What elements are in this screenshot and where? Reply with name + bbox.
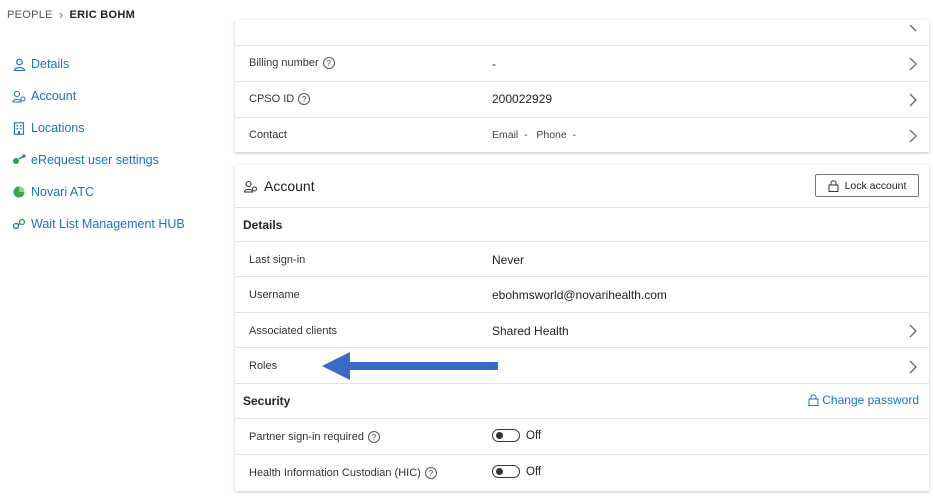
billing-number-label: Billing number? [249, 57, 335, 69]
account-header: Account Lock account [235, 165, 929, 208]
chevron-right-icon[interactable] [907, 57, 919, 71]
hic-row: Health Information Custodian (HIC)? Off [235, 455, 929, 491]
help-icon[interactable]: ? [322, 57, 335, 69]
partner-sign-in-row: Partner sign-in required? Off [235, 419, 929, 455]
toggle-state-label: Off [526, 429, 542, 442]
novari-atc-icon [12, 185, 26, 199]
chevron-right-icon[interactable] [907, 360, 919, 374]
billing-number-value: - [492, 57, 496, 71]
details-card: Billing number? - CPSO ID? 200022929 Con… [235, 20, 929, 152]
cpso-id-value: 200022929 [492, 92, 553, 106]
partner-sign-in-toggle-group: Off [492, 429, 541, 442]
lock-account-button[interactable]: Lock account [815, 174, 919, 197]
account-icon [243, 180, 257, 193]
sidebar-item-novari-atc[interactable]: Novari ATC [12, 176, 185, 208]
help-icon[interactable]: ? [424, 467, 437, 479]
partner-sign-in-label: Partner sign-in required? [249, 431, 380, 443]
sidebar-item-wait-list-hub[interactable]: Wait List Management HUB [12, 208, 185, 240]
hic-toggle[interactable] [492, 465, 520, 478]
sidebar-item-label: Details [31, 57, 70, 71]
contact-row[interactable]: Contact Email - Phone - [235, 118, 929, 152]
sidebar-item-details[interactable]: Details [12, 48, 185, 80]
chevron-right-icon: › [58, 7, 64, 22]
hic-toggle-group: Off [492, 465, 541, 478]
sidebar-item-erequest[interactable]: eRequest user settings [12, 144, 185, 176]
lock-account-label: Lock account [844, 179, 907, 192]
last-sign-in-label: Last sign-in [249, 254, 306, 266]
last-sign-in-value: Never [492, 253, 525, 267]
sidebar: Details Account Locations eRequest user … [12, 48, 185, 240]
sidebar-item-label: Account [31, 89, 77, 103]
cpso-id-row[interactable]: CPSO ID? 200022929 [235, 82, 929, 118]
sidebar-item-label: Wait List Management HUB [31, 217, 185, 231]
hub-icon [12, 217, 26, 231]
account-icon [12, 89, 26, 103]
hic-label: Health Information Custodian (HIC)? [249, 467, 437, 479]
cpso-id-label: CPSO ID? [249, 93, 311, 105]
contact-email-value: - [524, 129, 528, 141]
sidebar-item-label: Locations [31, 121, 85, 135]
associated-clients-value: Shared Health [492, 324, 569, 338]
account-title: Account [243, 178, 315, 194]
associated-clients-row[interactable]: Associated clients Shared Health [235, 313, 929, 348]
contact-label: Contact [249, 129, 287, 141]
building-icon [12, 121, 26, 135]
change-password-link[interactable]: Change password [808, 393, 919, 407]
billing-number-row[interactable]: Billing number? - [235, 46, 929, 82]
erequest-icon [12, 153, 26, 167]
associated-clients-label: Associated clients [249, 325, 338, 337]
contact-value: Email - Phone - [492, 129, 576, 141]
annotation-arrow-icon [322, 352, 498, 380]
contact-phone-label: Phone [536, 129, 567, 141]
account-title-text: Account [264, 178, 315, 194]
toggle-state-label: Off [526, 465, 542, 478]
partner-sign-in-toggle[interactable] [492, 429, 520, 442]
change-password-label: Change password [822, 393, 919, 407]
person-icon [12, 57, 26, 71]
sidebar-item-label: eRequest user settings [31, 153, 159, 167]
chevron-right-icon[interactable] [907, 25, 919, 39]
roles-label: Roles [249, 360, 278, 372]
security-heading-text: Security [243, 394, 291, 408]
details-row-partial [235, 20, 929, 46]
contact-phone-value: - [572, 129, 577, 141]
breadcrumb-current: ERIC BOHM [69, 8, 136, 21]
lock-icon [808, 394, 819, 406]
account-card: Account Lock account Details Last sign-i… [235, 165, 929, 491]
chevron-right-icon[interactable] [907, 324, 919, 338]
contact-email-label: Email [492, 129, 519, 141]
username-row: Username ebohmsworld@novarihealth.com [235, 277, 929, 313]
username-value: ebohmsworld@novarihealth.com [492, 288, 667, 302]
last-sign-in-row: Last sign-in Never [235, 242, 929, 277]
breadcrumb: PEOPLE › ERIC BOHM [7, 7, 135, 22]
chevron-right-icon[interactable] [907, 93, 919, 107]
sidebar-item-locations[interactable]: Locations [12, 112, 185, 144]
username-label: Username [249, 289, 300, 301]
details-section-heading: Details [235, 207, 929, 242]
sidebar-item-account[interactable]: Account [12, 80, 185, 112]
help-icon[interactable]: ? [367, 431, 380, 443]
chevron-right-icon[interactable] [907, 129, 919, 143]
lock-icon [828, 179, 839, 192]
sidebar-item-label: Novari ATC [31, 185, 94, 199]
security-section-heading: Security Change password [235, 384, 929, 419]
details-heading-text: Details [243, 218, 283, 232]
breadcrumb-people[interactable]: PEOPLE [7, 9, 53, 21]
help-icon[interactable]: ? [298, 93, 311, 105]
